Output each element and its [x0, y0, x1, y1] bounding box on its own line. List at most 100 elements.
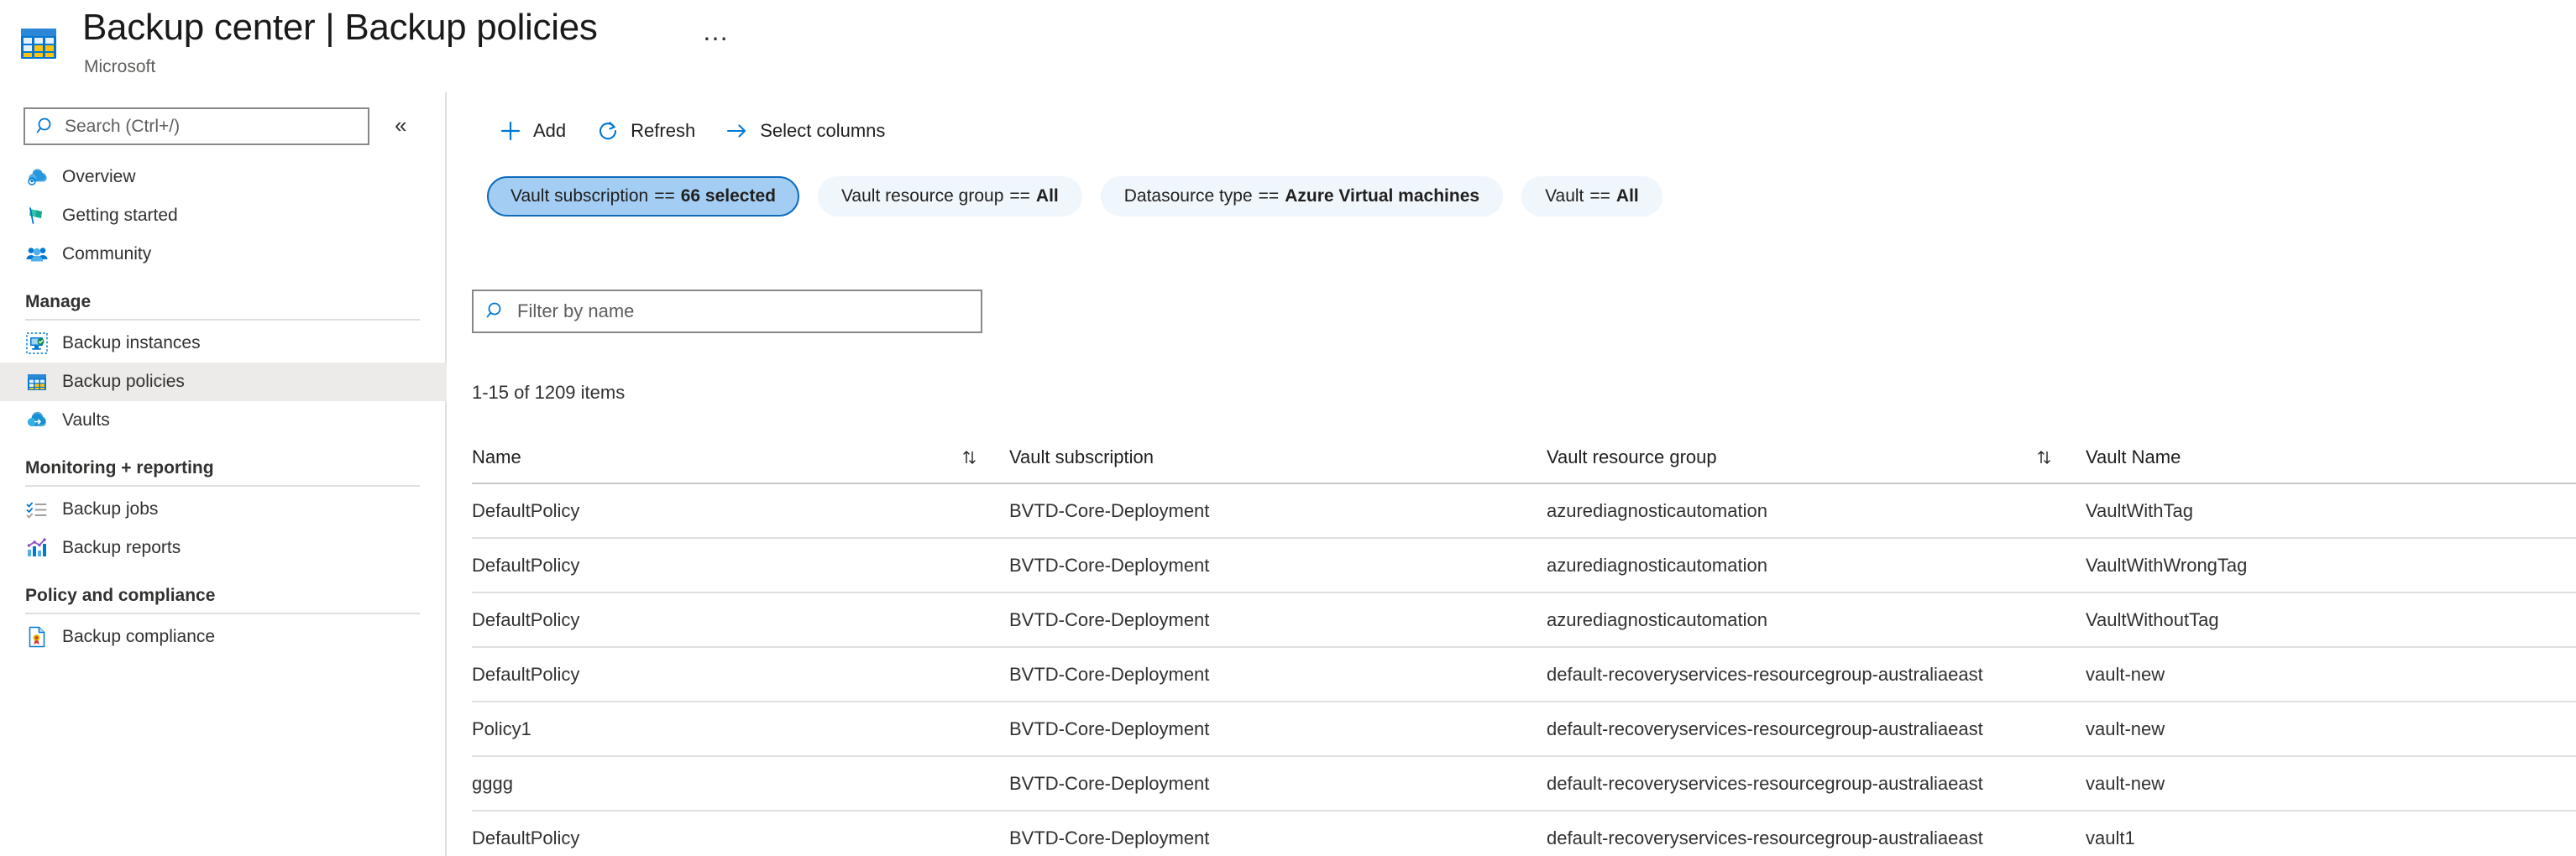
table-row[interactable]: DefaultPolicy BVTD-Core-Deployment defau… — [472, 648, 2576, 702]
sort-updown-icon — [959, 446, 981, 468]
filter-pill-key: Vault subscription — [510, 186, 648, 206]
cell-resource-group: default-recoveryservices-resourcegroup-a… — [1547, 718, 2034, 740]
arrow-right-icon — [725, 119, 749, 143]
cell-subscription: BVTD-Core-Deployment — [1009, 555, 1547, 577]
search-icon — [485, 300, 507, 322]
plus-icon — [499, 119, 522, 143]
more-options-button[interactable]: … — [695, 15, 737, 47]
filter-pill-datasource-type[interactable]: Datasource type == Azure Virtual machine… — [1101, 176, 1503, 217]
sidebar-item-overview[interactable]: Overview — [0, 158, 447, 196]
backup-instances-icon — [25, 331, 49, 355]
filter-pill-vault-subscription[interactable]: Vault subscription == 66 selected — [487, 176, 799, 217]
command-toolbar: Add Refresh Select columns — [447, 111, 897, 151]
refresh-button[interactable]: Refresh — [584, 112, 707, 149]
cell-subscription: BVTD-Core-Deployment — [1009, 664, 1547, 686]
sidebar-item-label: Backup policies — [62, 372, 185, 392]
column-header-vault-subscription[interactable]: Vault subscription — [1009, 446, 1547, 468]
sidebar-section-title: Monitoring + reporting — [25, 458, 420, 485]
table-row[interactable]: DefaultPolicy BVTD-Core-Deployment azure… — [472, 484, 2576, 539]
page-title: Backup center | Backup policies — [82, 7, 598, 49]
filter-by-name-field[interactable] — [472, 290, 982, 333]
table-row[interactable]: Policy1 BVTD-Core-Deployment default-rec… — [472, 702, 2576, 757]
table-header-row: Name Vault subscription Vault resource g… — [472, 432, 2576, 484]
sidebar-item-label: Community — [62, 244, 151, 264]
column-header-vault-resource-group[interactable]: Vault resource group — [1547, 446, 2034, 468]
compliance-doc-icon — [25, 625, 49, 649]
bar-chart-icon — [25, 536, 49, 560]
cell-resource-group: azurediagnosticautomation — [1547, 500, 2034, 522]
sidebar-item-label: Vaults — [62, 410, 110, 431]
sidebar-item-backup-jobs[interactable]: Backup jobs — [0, 490, 447, 529]
sort-updown-icon — [2034, 446, 2055, 468]
cell-resource-group: azurediagnosticautomation — [1547, 555, 2034, 577]
cell-name: DefaultPolicy — [472, 609, 959, 631]
filter-by-name-input[interactable] — [507, 291, 981, 331]
filter-pill-value: All — [1036, 186, 1059, 206]
filter-pill-key: Vault resource group — [841, 186, 1003, 206]
cell-subscription: BVTD-Core-Deployment — [1009, 827, 1547, 849]
sidebar-item-backup-instances[interactable]: Backup instances — [0, 324, 447, 363]
page-subtitle: Microsoft — [84, 57, 155, 77]
section-divider — [25, 613, 420, 614]
sidebar-item-label: Backup reports — [62, 538, 181, 558]
filter-pill-vault[interactable]: Vault == All — [1521, 176, 1662, 217]
filter-pill-operator: == — [1589, 186, 1610, 206]
refresh-button-label: Refresh — [631, 120, 695, 142]
column-header-name[interactable]: Name — [472, 446, 959, 468]
sidebar-search-input[interactable] — [57, 109, 368, 144]
sidebar-section-policy-compliance: Policy and compliance — [0, 586, 447, 614]
cell-vault-name: VaultWithWrongTag — [2086, 555, 2576, 577]
cell-resource-group: default-recoveryservices-resourcegroup-a… — [1547, 773, 2034, 795]
sidebar-item-community[interactable]: Community — [0, 235, 447, 274]
page-title-row: Backup center | Backup policies — [82, 7, 598, 49]
item-count-label: 1-15 of 1209 items — [472, 382, 625, 404]
collapse-sidebar-button[interactable]: « — [395, 112, 406, 138]
sidebar-item-getting-started[interactable]: Getting started — [0, 196, 447, 235]
sidebar-item-label: Backup instances — [62, 333, 201, 353]
vault-cloud-icon — [25, 409, 49, 432]
table-row[interactable]: DefaultPolicy BVTD-Core-Deployment azure… — [472, 539, 2576, 593]
cell-subscription: BVTD-Core-Deployment — [1009, 773, 1547, 795]
add-button-label: Add — [533, 120, 566, 142]
table-row[interactable]: DefaultPolicy BVTD-Core-Deployment defau… — [472, 812, 2576, 856]
backup-policies-grid-icon — [20, 25, 57, 62]
filter-pill-key: Vault — [1545, 186, 1584, 206]
select-columns-button[interactable]: Select columns — [714, 112, 897, 149]
cell-name: Policy1 — [472, 718, 959, 740]
search-icon — [35, 116, 57, 138]
cell-name: DefaultPolicy — [472, 827, 959, 849]
column-header-vault-name[interactable]: Vault Name — [2086, 446, 2576, 468]
backup-policies-table: Name Vault subscription Vault resource g… — [472, 432, 2576, 856]
sidebar-item-backup-reports[interactable]: Backup reports — [0, 529, 447, 567]
table-row[interactable]: DefaultPolicy BVTD-Core-Deployment azure… — [472, 593, 2576, 648]
add-button[interactable]: Add — [487, 112, 578, 149]
cell-resource-group: azurediagnosticautomation — [1547, 609, 2034, 631]
page-header: Backup center | Backup policies … Micros… — [0, 0, 2576, 92]
cell-name: DefaultPolicy — [472, 500, 959, 522]
sidebar: « Overview Getting started — [0, 92, 447, 856]
filter-pill-vault-resource-group[interactable]: Vault resource group == All — [818, 176, 1082, 217]
sidebar-item-label: Overview — [62, 167, 136, 187]
sidebar-item-label: Backup compliance — [62, 627, 215, 647]
cell-subscription: BVTD-Core-Deployment — [1009, 718, 1547, 740]
cell-name: DefaultPolicy — [472, 555, 959, 577]
table-row[interactable]: gggg BVTD-Core-Deployment default-recove… — [472, 757, 2576, 812]
sidebar-item-backup-compliance[interactable]: Backup compliance — [0, 618, 447, 656]
sidebar-item-backup-policies[interactable]: Backup policies — [0, 363, 447, 401]
sidebar-item-label: Backup jobs — [62, 499, 158, 519]
sidebar-item-vaults[interactable]: Vaults — [0, 401, 447, 440]
sidebar-section-title: Policy and compliance — [25, 586, 420, 613]
select-columns-button-label: Select columns — [760, 120, 885, 142]
sidebar-item-label: Getting started — [62, 206, 178, 226]
cloud-overview-icon — [25, 165, 49, 189]
cell-name: DefaultPolicy — [472, 664, 959, 686]
sort-name-button[interactable] — [959, 446, 1009, 468]
cell-vault-name: VaultWithoutTag — [2086, 609, 2576, 631]
sidebar-nav: Overview Getting started Community — [0, 158, 447, 656]
sidebar-search[interactable] — [24, 107, 369, 145]
sort-resource-group-button[interactable] — [2034, 446, 2086, 468]
checklist-icon — [25, 498, 49, 521]
filter-pill-value: 66 selected — [681, 186, 776, 206]
section-divider — [25, 485, 420, 487]
cell-vault-name: vault-new — [2086, 773, 2576, 795]
